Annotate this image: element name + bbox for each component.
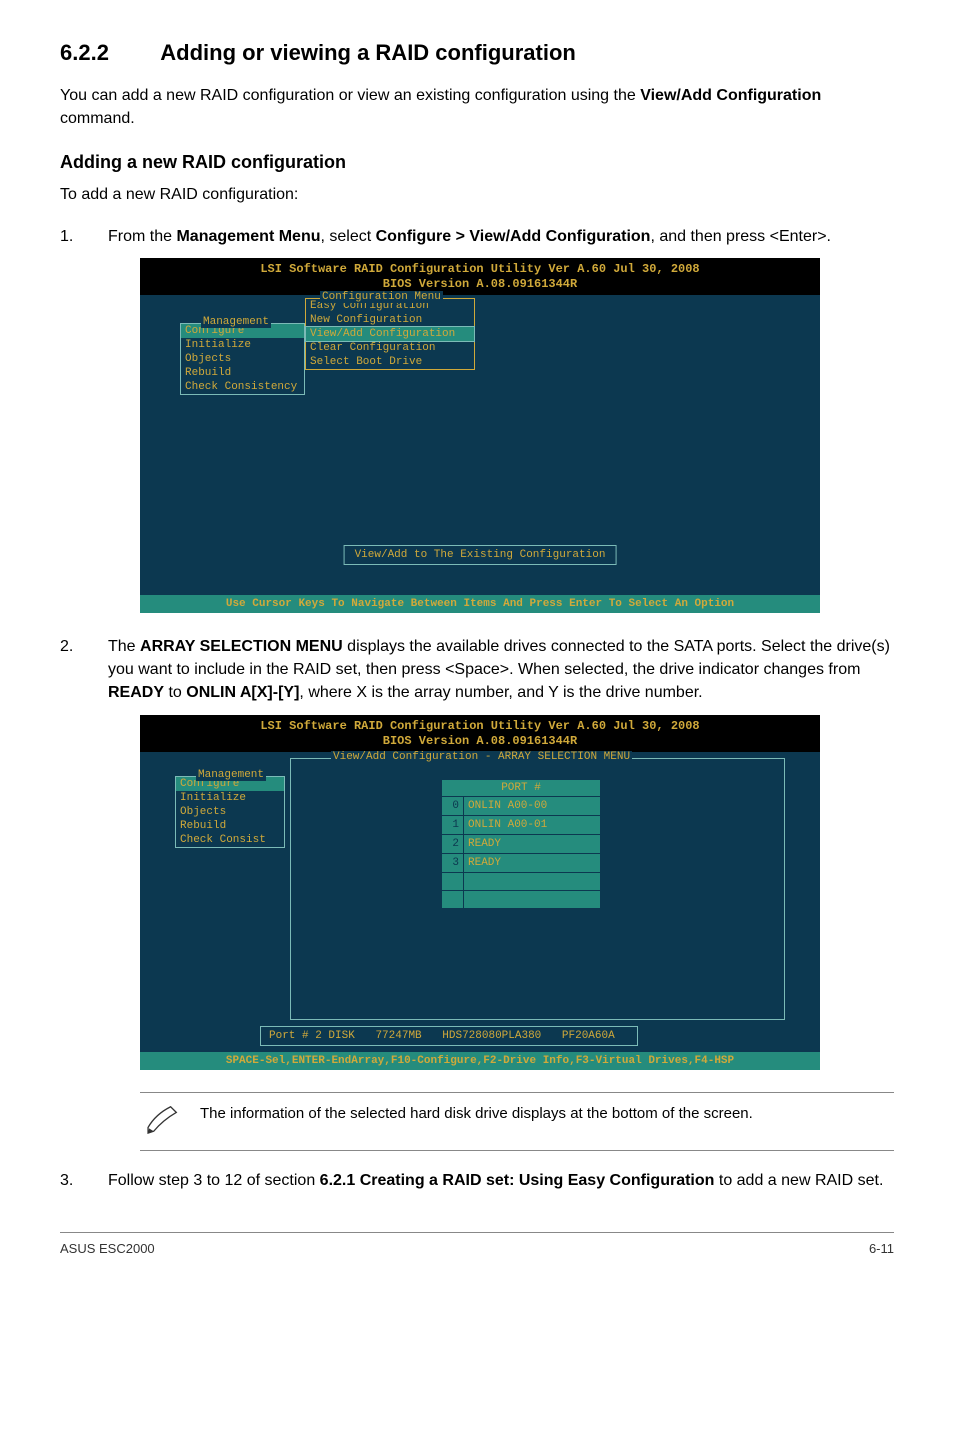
table-row-empty <box>442 890 601 908</box>
config-item-new[interactable]: New Configuration <box>306 313 474 327</box>
status-model: HDS728080PLA380 <box>442 1030 541 1042</box>
mgmt-item-check[interactable]: Check Consistency <box>181 380 304 394</box>
management-label: Management <box>196 769 266 781</box>
management-label: Management <box>201 316 271 328</box>
step-body: The ARRAY SELECTION MENU displays the av… <box>108 635 894 705</box>
bios-screenshot-1: LSI Software RAID Configuration Utility … <box>140 258 820 613</box>
port-header: PORT # <box>442 779 601 796</box>
config-item-boot[interactable]: Select Boot Drive <box>306 355 474 369</box>
management-menu-box: Management Configure Initialize Objects … <box>175 776 285 848</box>
view-add-existing-button[interactable]: View/Add to The Existing Configuration <box>344 545 617 565</box>
footer-page-number: 6-11 <box>869 1241 894 1256</box>
mgmt-item-objects[interactable]: Objects <box>181 352 304 366</box>
bios-footer-hint: SPACE-Sel,ENTER-EndArray,F10-Configure,F… <box>140 1052 820 1070</box>
table-row[interactable]: 3READY <box>442 853 601 872</box>
table-row[interactable]: 2READY <box>442 834 601 853</box>
note-text: The information of the selected hard dis… <box>190 1103 753 1124</box>
mgmt-item-objects[interactable]: Objects <box>176 805 284 819</box>
mgmt-item-check[interactable]: Check Consist <box>176 833 284 847</box>
status-size: 77247MB <box>375 1030 421 1042</box>
note-block: The information of the selected hard dis… <box>140 1092 894 1151</box>
bios-header-line2: BIOS Version A.08.09161344R <box>143 277 817 293</box>
step-body: Follow step 3 to 12 of section 6.2.1 Cre… <box>108 1169 894 1192</box>
bios-body: Management Configure Initialize Objects … <box>140 295 820 595</box>
port-table: PORT # 0ONLIN A00-00 1ONLIN A00-01 2READ… <box>441 779 601 909</box>
subsection-heading: Adding a new RAID configuration <box>60 152 894 173</box>
mgmt-item-initialize[interactable]: Initialize <box>181 338 304 352</box>
array-selection-frame: View/Add Configuration - ARRAY SELECTION… <box>290 758 785 1020</box>
section-title-text: Adding or viewing a RAID configuration <box>160 40 576 65</box>
bios-header-line1: LSI Software RAID Configuration Utility … <box>143 719 817 735</box>
drive-status-bar: Port # 2 DISK 77247MB HDS728080PLA380 PF… <box>260 1026 638 1046</box>
config-item-clear[interactable]: Clear Configuration <box>306 341 474 355</box>
step-number: 3. <box>60 1169 108 1192</box>
step-number: 2. <box>60 635 108 705</box>
table-row[interactable]: 0ONLIN A00-00 <box>442 796 601 815</box>
step-number: 1. <box>60 225 108 248</box>
mgmt-item-initialize[interactable]: Initialize <box>176 791 284 805</box>
bios-screenshot-2: LSI Software RAID Configuration Utility … <box>140 715 820 1070</box>
bios-header-line2: BIOS Version A.08.09161344R <box>143 734 817 750</box>
step-1: 1. From the Management Menu, select Conf… <box>60 225 894 248</box>
config-menu-label: Configuration Menu <box>320 291 443 303</box>
config-item-viewadd[interactable]: View/Add Configuration <box>306 327 474 341</box>
status-fw: PF20A60A <box>562 1030 615 1042</box>
table-row[interactable]: 1ONLIN A00-01 <box>442 815 601 834</box>
section-number: 6.2.2 <box>60 40 155 66</box>
config-menu-box: Configuration Menu Easy Configuration Ne… <box>305 298 475 370</box>
status-port: Port # 2 DISK <box>269 1030 355 1042</box>
footer-left: ASUS ESC2000 <box>60 1241 155 1256</box>
table-row-empty <box>442 872 601 890</box>
bios-header-line1: LSI Software RAID Configuration Utility … <box>143 262 817 278</box>
step-2: 2. The ARRAY SELECTION MENU displays the… <box>60 635 894 705</box>
array-selection-label: View/Add Configuration - ARRAY SELECTION… <box>331 751 632 763</box>
bios-footer-hint: Use Cursor Keys To Navigate Between Item… <box>140 595 820 613</box>
management-menu-box: Management Configure Initialize Objects … <box>180 323 305 395</box>
section-heading: 6.2.2 Adding or viewing a RAID configura… <box>60 40 894 66</box>
bios-header: LSI Software RAID Configuration Utility … <box>140 715 820 752</box>
bios-body: Management Configure Initialize Objects … <box>140 752 820 1052</box>
step-body: From the Management Menu, select Configu… <box>108 225 894 248</box>
subsection-desc: To add a new RAID configuration: <box>60 183 894 206</box>
intro-bold: View/Add Configuration <box>640 87 821 104</box>
mgmt-item-rebuild[interactable]: Rebuild <box>181 366 304 380</box>
intro-paragraph: You can add a new RAID configuration or … <box>60 84 894 130</box>
page-footer: ASUS ESC2000 6-11 <box>60 1232 894 1256</box>
mgmt-item-rebuild[interactable]: Rebuild <box>176 819 284 833</box>
note-pencil-icon <box>146 1103 190 1140</box>
bios-header: LSI Software RAID Configuration Utility … <box>140 258 820 295</box>
step-3: 3. Follow step 3 to 12 of section 6.2.1 … <box>60 1169 894 1192</box>
